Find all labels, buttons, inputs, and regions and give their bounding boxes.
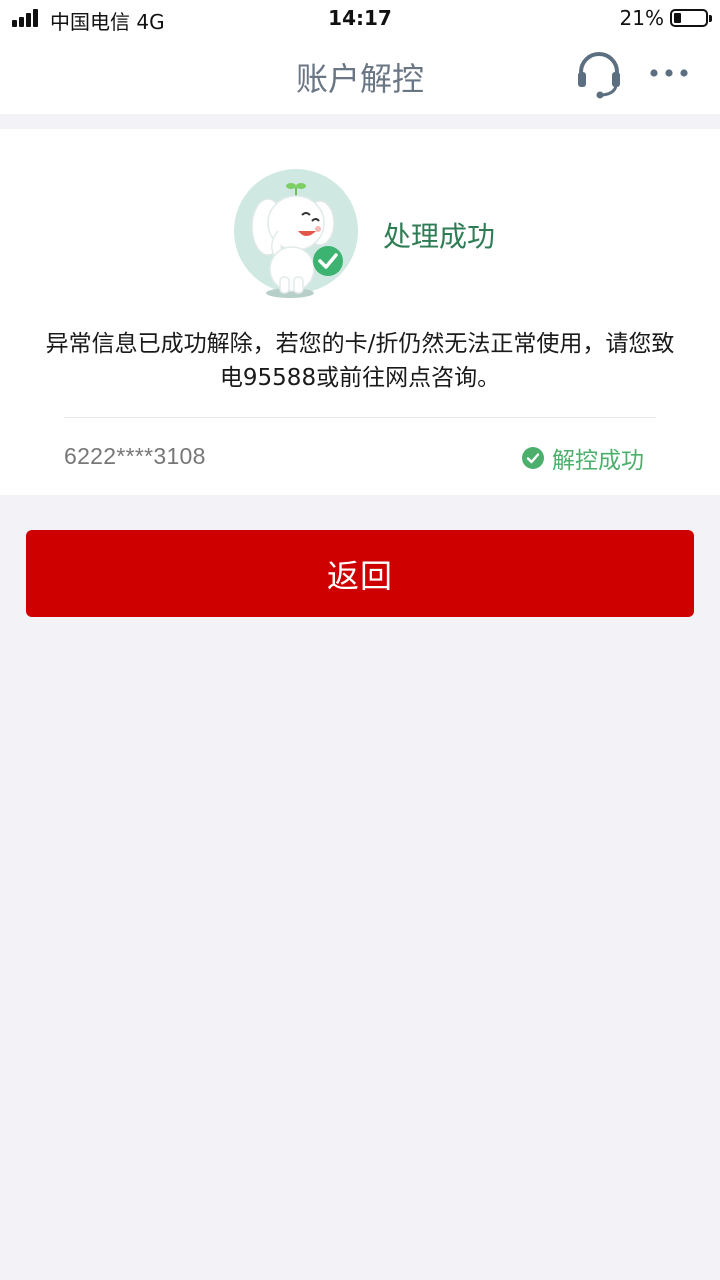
- status-time: 14:17: [328, 6, 392, 30]
- result-card: 处理成功 异常信息已成功解除，若您的卡/折仍然无法正常使用，请您致电95588或…: [0, 129, 720, 495]
- result-title: 处理成功: [383, 220, 496, 253]
- battery-icon: [670, 9, 712, 27]
- divider: [64, 417, 656, 418]
- return-button[interactable]: 返回: [26, 530, 694, 617]
- headset-icon: [578, 52, 620, 99]
- result-message: 异常信息已成功解除，若您的卡/折仍然无法正常使用，请您致电95588或前往网点咨…: [45, 331, 675, 391]
- elephant-mascot-success-icon: [230, 165, 360, 301]
- card-number: 6222****3108: [64, 443, 206, 469]
- return-button-label: 返回: [326, 556, 393, 595]
- more-dots-icon: [650, 69, 688, 77]
- battery-percent: 21%: [619, 6, 664, 30]
- status-text: 解控成功: [552, 448, 644, 474]
- check-circle-icon: [522, 447, 544, 469]
- more-options-button[interactable]: [646, 58, 692, 88]
- customer-service-button[interactable]: [574, 50, 624, 100]
- navigation-bar: 账户解控: [0, 36, 720, 114]
- status-bar: 中国电信 4G 14:17 21%: [0, 0, 720, 36]
- unlock-status: 解控成功: [522, 441, 644, 475]
